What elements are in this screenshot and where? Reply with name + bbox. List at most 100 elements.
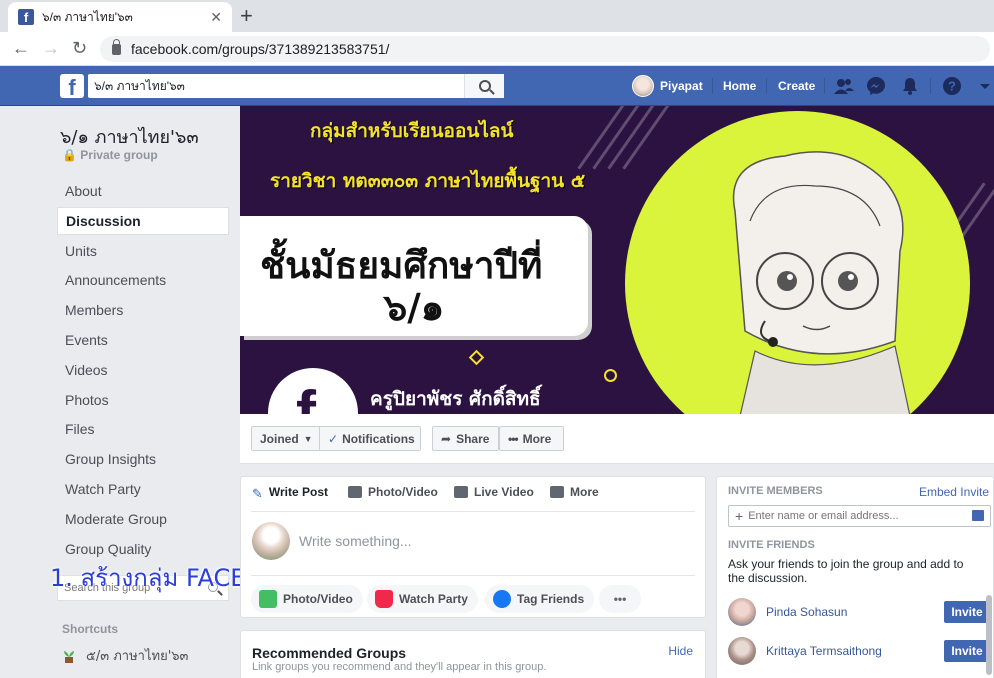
sidebar-item-watch-party[interactable]: Watch Party xyxy=(57,475,229,503)
decor-stripe xyxy=(577,106,626,170)
scrollbar-thumb[interactable] xyxy=(986,595,992,675)
facebook-top-bar: f Piyapat Home Create ? xyxy=(0,66,994,106)
address-bar[interactable]: facebook.com/groups/371389213583751/ xyxy=(100,36,990,62)
back-arrow-icon[interactable]: ← xyxy=(12,38,30,58)
home-link[interactable]: Home xyxy=(723,66,756,106)
divider xyxy=(824,78,825,94)
browser-tab-bar: f ๖/๓ ภาษาไทย'๖๓ ✕ + xyxy=(0,0,994,32)
cover-grade-card: ชั้นมัธยมศึกษาปีที่ ๖/๑ xyxy=(240,216,588,336)
ellipsis-icon: ••• xyxy=(508,431,519,446)
browser-tab[interactable]: f ๖/๓ ภาษาไทย'๖๓ ✕ xyxy=(8,2,232,32)
friend-row: Krittaya Termsaithong Invite xyxy=(728,636,990,666)
sidebar-item-photos[interactable]: Photos xyxy=(57,386,229,414)
notifications-bell-icon[interactable] xyxy=(900,76,920,96)
sidebar-item-moderate-group[interactable]: Moderate Group xyxy=(57,505,229,533)
tag-friends-pill[interactable]: Tag Friends xyxy=(485,585,595,613)
user-name: Piyapat xyxy=(660,79,703,93)
invite-button[interactable]: Invite xyxy=(944,601,990,623)
share-button[interactable]: ➦ Share xyxy=(432,426,499,451)
group-name[interactable]: ๖/๑ ภาษาไทย'๖๓ xyxy=(60,122,199,151)
camera-icon xyxy=(348,486,362,498)
friend-row: Pinda Sohasun Invite xyxy=(728,597,990,627)
write-post-label: Write Post xyxy=(268,485,329,499)
write-something-input[interactable]: Write something... xyxy=(299,533,412,549)
create-link[interactable]: Create xyxy=(778,66,815,106)
video-camera-icon xyxy=(454,486,468,498)
more-grid-icon xyxy=(550,486,564,498)
more-tab-label: More xyxy=(570,485,599,499)
divider xyxy=(251,575,695,576)
new-tab-button[interactable]: + xyxy=(240,4,253,28)
sidebar-item-files[interactable]: Files xyxy=(57,415,229,443)
chibi-illustration xyxy=(732,151,911,414)
joined-label: Joined xyxy=(260,431,299,446)
photo-video-pill[interactable]: Photo/Video xyxy=(251,585,363,613)
friend-name[interactable]: Krittaya Termsaithong xyxy=(766,644,944,658)
sidebar-item-videos[interactable]: Videos xyxy=(57,356,229,384)
url-text: facebook.com/groups/371389213583751/ xyxy=(131,41,390,57)
search-icon xyxy=(478,80,491,92)
invite-name-input[interactable] xyxy=(748,510,969,522)
more-tab[interactable]: More xyxy=(550,485,599,499)
hide-link[interactable]: Hide xyxy=(668,644,693,658)
embed-invite-link[interactable]: Embed Invite xyxy=(919,485,989,499)
chevron-down-icon[interactable] xyxy=(978,76,992,96)
more-options-button[interactable]: ••• xyxy=(599,585,641,613)
search-button[interactable] xyxy=(464,74,504,98)
decor-diamond xyxy=(468,349,485,366)
shortcuts-heading: Shortcuts xyxy=(62,622,119,636)
facebook-search-input[interactable] xyxy=(88,75,464,97)
sidebar-item-group-insights[interactable]: Group Insights xyxy=(57,445,229,473)
invite-panel: INVITE MEMBERS Embed Invite + INVITE FRI… xyxy=(716,476,994,678)
messenger-icon[interactable] xyxy=(866,76,886,96)
cover-photo[interactable]: กลุ่มสำหรับเรียนออนไลน์ รายวิชา ทต๓๓๐๓ ภ… xyxy=(240,106,994,414)
divider xyxy=(251,511,695,512)
address-bar-row: ← → ↻ facebook.com/groups/37138921358375… xyxy=(0,32,994,66)
help-icon[interactable]: ? xyxy=(942,76,962,96)
divider xyxy=(930,78,931,94)
sidebar-item-members[interactable]: Members xyxy=(57,296,229,324)
privacy-label: 🔒 Private group xyxy=(62,148,158,162)
more-label: More xyxy=(522,431,552,446)
grade-class: ๖/๑ xyxy=(383,286,445,329)
more-button[interactable]: ••• More xyxy=(499,426,564,451)
watch-party-pill-label: Watch Party xyxy=(399,592,468,606)
recommended-title: Recommended Groups xyxy=(252,645,407,661)
sidebar-item-about[interactable]: About xyxy=(57,177,229,205)
plant-icon xyxy=(64,650,74,663)
cover-facebook-logo: f xyxy=(268,368,358,414)
reload-icon[interactable]: ↻ xyxy=(72,38,87,58)
notifications-button[interactable]: ✓ Notifications xyxy=(319,426,421,451)
lock-icon: 🔒 xyxy=(62,148,77,162)
invite-input-box: + xyxy=(728,505,991,527)
live-video-tab[interactable]: Live Video xyxy=(454,485,534,499)
address-book-icon[interactable] xyxy=(972,510,984,521)
watch-party-pill[interactable]: Watch Party xyxy=(367,585,478,613)
shortcut-item[interactable]: ๕/๓ ภาษาไทย'๖๓ xyxy=(62,645,188,666)
profile-link[interactable]: Piyapat xyxy=(632,66,703,106)
tag-friends-icon xyxy=(493,590,511,608)
facebook-logo-icon[interactable]: f xyxy=(60,74,84,98)
invite-friends-heading: INVITE FRIENDS xyxy=(728,539,815,551)
friend-requests-icon[interactable] xyxy=(834,76,854,96)
decor-ring xyxy=(604,369,617,382)
sidebar-item-discussion[interactable]: Discussion xyxy=(57,206,229,235)
photo-video-tab[interactable]: Photo/Video xyxy=(348,485,438,499)
sidebar-item-units[interactable]: Units xyxy=(57,237,229,265)
forward-arrow-icon[interactable]: → xyxy=(42,38,60,58)
popcorn-icon xyxy=(375,590,393,608)
photo-video-pill-label: Photo/Video xyxy=(283,592,353,606)
close-tab-icon[interactable]: ✕ xyxy=(210,9,222,26)
friend-name[interactable]: Pinda Sohasun xyxy=(766,605,944,619)
check-icon: ✓ xyxy=(328,431,339,446)
joined-button[interactable]: Joined ▼ xyxy=(251,426,320,451)
photo-icon xyxy=(259,590,277,608)
live-video-label: Live Video xyxy=(474,485,534,499)
sidebar-item-events[interactable]: Events xyxy=(57,326,229,354)
invite-button[interactable]: Invite xyxy=(944,640,990,662)
pencil-icon: ✎ xyxy=(252,486,263,501)
write-post-tab[interactable]: ✎ Write Post xyxy=(252,485,329,501)
sidebar-item-announcements[interactable]: Announcements xyxy=(57,266,229,294)
group-action-bar: Joined ▼ ✓ Notifications ➦ Share ••• Mor… xyxy=(240,414,994,464)
cover-line-1: กลุ่มสำหรับเรียนออนไลน์ xyxy=(310,120,514,142)
